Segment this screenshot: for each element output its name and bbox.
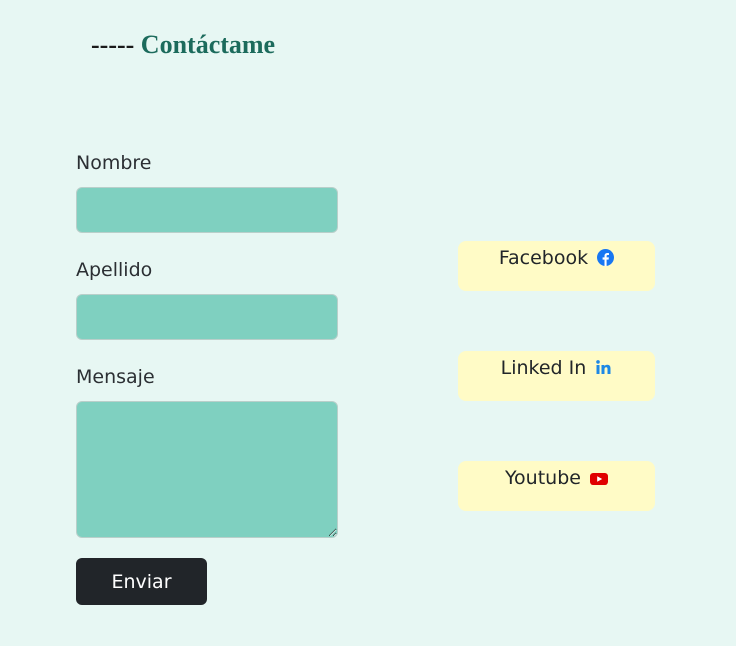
page-title: ----- Contáctame [91,30,275,60]
facebook-icon [597,248,615,272]
facebook-label: Facebook [498,247,589,269]
linkedin-label: Linked In [500,357,587,379]
facebook-link[interactable]: Facebook [458,241,655,291]
mensaje-textarea[interactable] [76,401,338,538]
send-button[interactable]: Enviar [76,558,207,605]
apellido-label: Apellido [76,259,153,281]
youtube-label: Youtube [504,467,581,489]
linkedin-icon [595,358,612,382]
apellido-input[interactable] [76,294,338,340]
nombre-label: Nombre [76,152,152,174]
title-dashes: ----- [91,30,135,59]
mensaje-label: Mensaje [76,366,155,388]
youtube-link[interactable]: Youtube [458,461,655,511]
linkedin-link[interactable]: Linked In [458,351,655,401]
youtube-icon [590,468,609,492]
nombre-input[interactable] [76,187,338,233]
title-text: Contáctame [140,30,276,59]
